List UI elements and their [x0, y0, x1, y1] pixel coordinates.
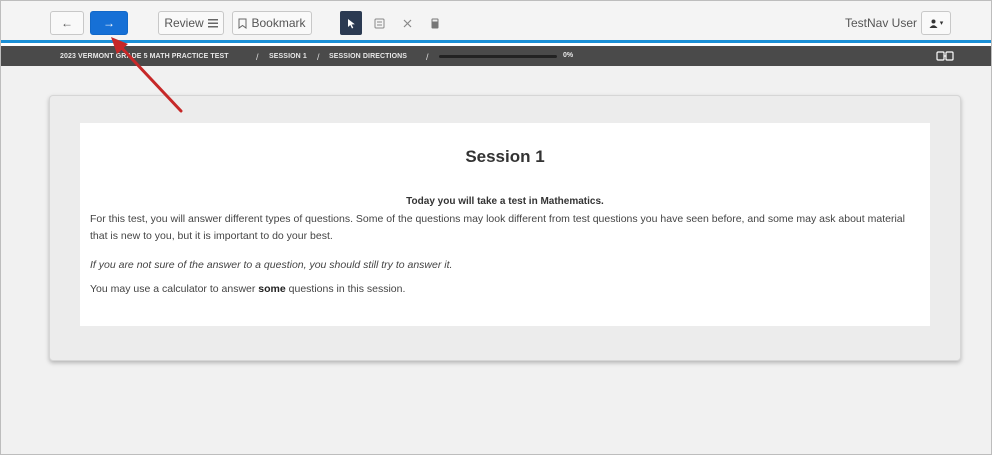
directions-card: Session 1 Today you will take a test in …: [49, 95, 961, 361]
back-button[interactable]: ←: [50, 11, 84, 35]
user-menu-button[interactable]: ▾: [921, 11, 951, 35]
directions-paragraph-italic: If you are not sure of the answer to a q…: [90, 259, 453, 271]
user-icon: [929, 19, 938, 28]
close-icon: [403, 19, 411, 27]
list-icon: [207, 18, 218, 27]
breadcrumb-test-name: 2023 VERMONT GRADE 5 MATH PRACTICE TEST: [60, 53, 229, 60]
calculator-tool[interactable]: [424, 11, 446, 35]
progress-percent: 0%: [563, 52, 574, 59]
progress-bar: [439, 55, 557, 58]
review-button[interactable]: Review: [158, 11, 224, 35]
arrow-left-icon: ←: [61, 16, 73, 30]
user-name: TestNav User: [844, 16, 917, 30]
calculator-text-bold: some: [258, 283, 286, 295]
calculator-text-end: questions in this session.: [285, 283, 406, 295]
content-area: Session 1 Today you will take a test in …: [1, 66, 991, 454]
page-title: Session 1: [465, 147, 545, 166]
intro-text: Today you will take a test in Mathematic…: [406, 196, 604, 207]
top-toolbar: ← → Review Bookmark TestNav User ▾: [1, 1, 991, 43]
breadcrumb-page: SESSION DIRECTIONS: [329, 53, 408, 60]
breadcrumb-separator: /: [317, 52, 320, 62]
cursor-icon: [347, 18, 355, 28]
chevron-down-icon: ▾: [939, 20, 944, 27]
bookmark-label: Bookmark: [251, 16, 306, 30]
arrow-right-icon: →: [103, 16, 115, 30]
bookmark-button[interactable]: Bookmark: [232, 11, 312, 35]
calculator-text-start: You may use a calculator to answer: [90, 283, 259, 295]
calculator-icon: [431, 18, 439, 28]
directions-paragraph: For this test, you will answer different…: [90, 213, 905, 242]
pointer-tool[interactable]: [340, 11, 362, 35]
breadcrumb-separator: /: [256, 52, 259, 62]
line-reader-icon[interactable]: [935, 50, 955, 62]
review-label: Review: [164, 16, 204, 30]
bookmark-icon: [238, 18, 247, 29]
directions-panel: Session 1 Today you will take a test in …: [80, 123, 930, 326]
answer-eliminator-tool[interactable]: [368, 11, 390, 35]
eliminator-icon: [374, 18, 384, 28]
breadcrumb-session: SESSION 1: [269, 53, 307, 60]
calculator-paragraph: You may use a calculator to answer some …: [90, 281, 920, 298]
tool-group: [340, 11, 446, 35]
breadcrumb: 2023 VERMONT GRADE 5 MATH PRACTICE TEST …: [1, 46, 991, 66]
next-button[interactable]: →: [90, 11, 128, 35]
close-tool[interactable]: [396, 11, 418, 35]
breadcrumb-separator: /: [426, 52, 429, 62]
